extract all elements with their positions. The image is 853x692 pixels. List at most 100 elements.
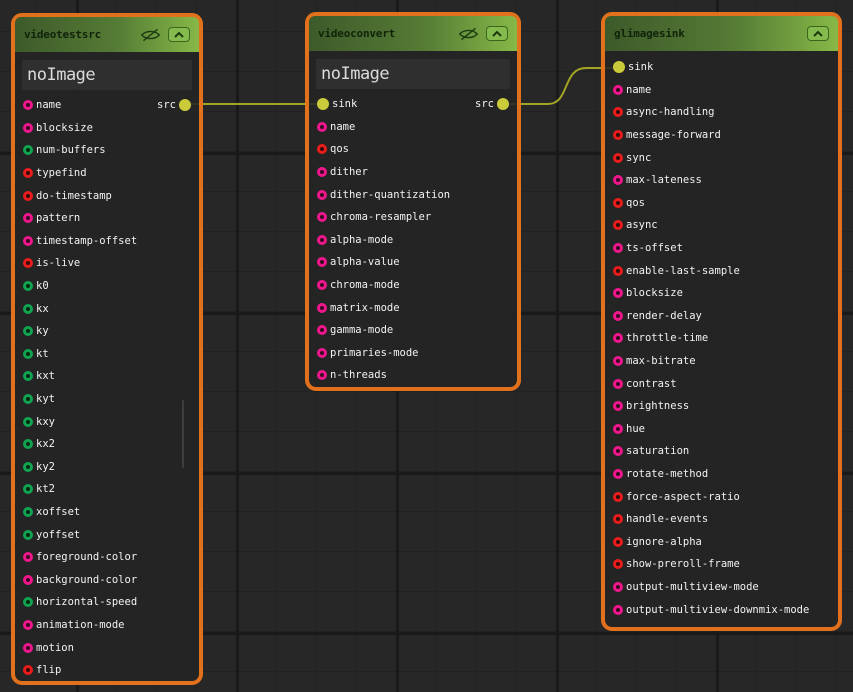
node-row[interactable]: motion [15, 636, 199, 659]
property-port[interactable]: dither-quantization [317, 189, 450, 201]
node-row[interactable]: horizontal-speed [15, 591, 199, 614]
pad-port[interactable]: src [157, 99, 191, 111]
node-glimagesink[interactable]: glimagesink sink name async-handling messag… [601, 12, 842, 631]
property-port[interactable]: animation-mode [23, 619, 125, 631]
property-port[interactable]: ky [23, 325, 49, 337]
node-row[interactable]: num-buffers [15, 139, 199, 162]
node-row[interactable]: async [605, 214, 838, 237]
property-port[interactable]: gamma-mode [317, 324, 393, 336]
property-dot[interactable] [23, 100, 33, 110]
node-header[interactable]: videotestsrc [15, 17, 199, 52]
node-row[interactable]: qos [309, 138, 517, 161]
property-dot[interactable] [317, 325, 327, 335]
property-port[interactable]: ky2 [23, 461, 55, 473]
property-dot[interactable] [317, 257, 327, 267]
node-row[interactable]: name [309, 116, 517, 139]
hide-preview-icon[interactable] [458, 27, 479, 41]
node-row[interactable]: k0 [15, 275, 199, 298]
node-row[interactable]: timestamp-offset [15, 230, 199, 253]
property-dot[interactable] [613, 198, 623, 208]
property-port[interactable]: kx2 [23, 438, 55, 450]
property-port[interactable]: message-forward [613, 129, 721, 141]
property-dot[interactable] [317, 235, 327, 245]
property-dot[interactable] [613, 469, 623, 479]
node-row[interactable]: brightness [605, 395, 838, 418]
property-dot[interactable] [613, 514, 623, 524]
property-dot[interactable] [23, 439, 33, 449]
node-header[interactable]: glimagesink [605, 16, 838, 51]
property-port[interactable]: qos [613, 197, 645, 209]
node-row[interactable]: gamma-mode [309, 319, 517, 342]
property-dot[interactable] [23, 371, 33, 381]
pad-dot[interactable] [497, 98, 509, 110]
property-port[interactable]: rotate-method [613, 468, 708, 480]
property-dot[interactable] [613, 130, 623, 140]
node-row[interactable]: sink [605, 56, 838, 79]
node-row[interactable]: async-handling [605, 101, 838, 124]
node-row[interactable]: force-aspect-ratio [605, 485, 838, 508]
property-port[interactable]: output-multiview-mode [613, 581, 759, 593]
property-port[interactable]: xoffset [23, 506, 80, 518]
property-port[interactable]: horizontal-speed [23, 596, 137, 608]
property-dot[interactable] [23, 394, 33, 404]
property-dot[interactable] [613, 446, 623, 456]
property-port[interactable]: brightness [613, 400, 689, 412]
property-port[interactable]: async [613, 219, 658, 231]
node-videotestsrc[interactable]: videotestsrc noImage namesrcblocksizenum… [11, 13, 203, 685]
property-port[interactable]: alpha-mode [317, 234, 393, 246]
property-port[interactable]: background-color [23, 574, 137, 586]
property-dot[interactable] [613, 175, 623, 185]
node-row[interactable]: kx2 [15, 433, 199, 456]
property-dot[interactable] [613, 266, 623, 276]
property-port[interactable]: kyt [23, 393, 55, 405]
property-port[interactable]: max-bitrate [613, 355, 696, 367]
node-row[interactable]: kt [15, 343, 199, 366]
node-row[interactable]: sync [605, 146, 838, 169]
property-dot[interactable] [23, 213, 33, 223]
node-row[interactable]: xoffset [15, 501, 199, 524]
node-row[interactable]: background-color [15, 568, 199, 591]
node-row[interactable]: namesrc [15, 94, 199, 117]
node-row[interactable]: foreground-color [15, 546, 199, 569]
property-dot[interactable] [613, 153, 623, 163]
property-dot[interactable] [317, 303, 327, 313]
node-row[interactable]: name [605, 79, 838, 102]
property-port[interactable]: throttle-time [613, 332, 708, 344]
property-dot[interactable] [23, 643, 33, 653]
property-dot[interactable] [613, 492, 623, 502]
property-port[interactable]: foreground-color [23, 551, 137, 563]
property-port[interactable]: output-multiview-downmix-mode [613, 604, 809, 616]
node-row[interactable]: kxt [15, 365, 199, 388]
node-row[interactable]: hue [605, 418, 838, 441]
property-dot[interactable] [317, 122, 327, 132]
node-row[interactable]: show-preroll-frame [605, 553, 838, 576]
node-row[interactable]: alpha-value [309, 251, 517, 274]
property-port[interactable]: sync [613, 152, 651, 164]
property-dot[interactable] [23, 168, 33, 178]
property-dot[interactable] [23, 145, 33, 155]
node-row[interactable]: alpha-mode [309, 229, 517, 252]
property-port[interactable]: is-live [23, 257, 80, 269]
node-row[interactable]: matrix-mode [309, 296, 517, 319]
pad-port[interactable]: sink [613, 61, 653, 73]
property-port[interactable]: async-handling [613, 106, 715, 118]
node-row[interactable]: kyt [15, 388, 199, 411]
scrollbar-thumb[interactable] [182, 400, 184, 468]
property-port[interactable]: pattern [23, 212, 80, 224]
property-port[interactable]: kxy [23, 416, 55, 428]
node-header[interactable]: videoconvert [309, 16, 517, 51]
node-row[interactable]: output-multiview-mode [605, 576, 838, 599]
node-row[interactable]: saturation [605, 440, 838, 463]
property-port[interactable]: name [613, 84, 651, 96]
node-row[interactable]: handle-events [605, 508, 838, 531]
node-row[interactable]: max-bitrate [605, 350, 838, 373]
property-port[interactable]: enable-last-sample [613, 265, 740, 277]
property-dot[interactable] [613, 220, 623, 230]
property-dot[interactable] [613, 582, 623, 592]
property-port[interactable]: motion [23, 642, 74, 654]
property-dot[interactable] [613, 401, 623, 411]
property-dot[interactable] [23, 665, 33, 675]
property-port[interactable]: name [317, 121, 355, 133]
property-port[interactable]: flip [23, 664, 61, 676]
node-row[interactable]: enable-last-sample [605, 259, 838, 282]
